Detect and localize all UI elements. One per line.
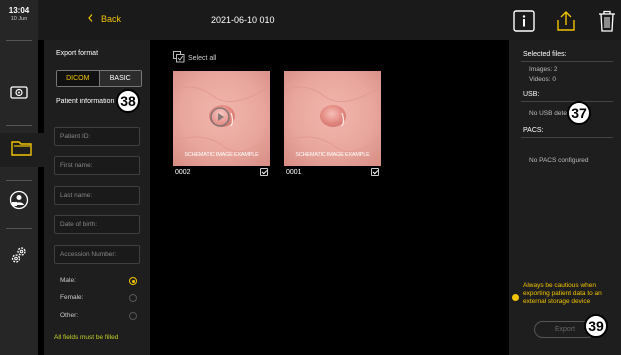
- trash-icon: [598, 10, 616, 36]
- thumbnail-overlay-text: SCHEMATIC IMAGE EXAMPLE: [295, 152, 370, 158]
- videos-count: Videos: 0: [529, 76, 556, 83]
- accession-number-field[interactable]: Accession Number:: [54, 245, 140, 264]
- patient-id-field[interactable]: Patient ID:: [54, 127, 140, 146]
- divider: [521, 101, 613, 102]
- thumbnail-id: 0002: [175, 169, 191, 176]
- status-date: 10 Jun: [10, 16, 28, 22]
- select-all-button[interactable]: Select all: [173, 51, 216, 65]
- pacs-label: PACS:: [523, 127, 544, 134]
- date-of-birth-field[interactable]: Date of birth:: [54, 215, 140, 234]
- caution-message: Always be cautious when exporting patien…: [523, 282, 602, 306]
- select-all-icon: [173, 51, 185, 65]
- status-time: 13:04: [8, 6, 30, 15]
- delete-button[interactable]: [598, 10, 616, 37]
- folder-icon: [11, 139, 33, 162]
- rail-divider: [6, 40, 32, 41]
- media-thumbnail[interactable]: SCHEMATIC IMAGE EXAMPLE: [284, 71, 381, 166]
- last-name-field[interactable]: Last name:: [54, 186, 140, 205]
- gender-other-radio[interactable]: [129, 312, 137, 320]
- archive-button[interactable]: [0, 133, 44, 167]
- format-toggle: DICOM BASIC: [56, 70, 142, 87]
- left-navigation-rail: 13:04 10 Jun: [0, 0, 44, 355]
- export-options-panel: Export format DICOM BASIC Patient inform…: [44, 40, 150, 355]
- gender-female-label: Female:: [60, 294, 84, 301]
- gears-icon: [9, 245, 29, 270]
- page-title: 2021-06-10 010: [211, 15, 275, 25]
- info-icon: [513, 10, 535, 36]
- rail-divider: [6, 125, 32, 126]
- warning-icon: [512, 294, 519, 301]
- export-summary-panel: Selected files: Images: 2 Videos: 0 USB:…: [509, 40, 621, 355]
- status-clock: 13:04 10 Jun: [0, 0, 38, 38]
- top-bar: Back 2021-06-10 010: [38, 0, 621, 40]
- user-lock-icon: [9, 190, 29, 215]
- live-view-button[interactable]: [0, 78, 38, 112]
- export-format-label: Export format: [56, 50, 99, 57]
- format-option-basic[interactable]: BASIC: [99, 71, 141, 86]
- format-option-dicom[interactable]: DICOM: [57, 71, 100, 86]
- back-chevron-icon: [88, 14, 93, 24]
- info-button[interactable]: [513, 10, 535, 37]
- gender-male-label: Male:: [60, 277, 76, 284]
- monitor-icon: [10, 85, 28, 105]
- back-label: Back: [101, 14, 122, 24]
- pacs-status: No PACS configured: [529, 157, 589, 164]
- user-login-button[interactable]: [0, 185, 38, 219]
- selected-files-label: Selected files:: [523, 51, 567, 58]
- usb-label: USB:: [523, 91, 540, 98]
- required-fields-warning: All fields must be filled: [54, 334, 119, 341]
- export-upload-button[interactable]: [555, 10, 577, 37]
- settings-button[interactable]: [0, 240, 38, 274]
- thumbnail-overlay-text: SCHEMATIC IMAGE EXAMPLE: [184, 152, 259, 158]
- gender-female-radio[interactable]: [129, 294, 137, 302]
- callout-badge: 38: [116, 89, 140, 113]
- media-gallery: Select all SCHEMATIC IMAGE EXAMPLE 0002: [158, 40, 508, 355]
- divider: [521, 137, 613, 138]
- first-name-field[interactable]: First name:: [54, 156, 140, 175]
- rail-divider: [6, 180, 32, 181]
- rail-divider: [6, 228, 32, 229]
- thumbnail-checkbox[interactable]: [371, 168, 379, 176]
- back-button[interactable]: Back: [88, 14, 121, 24]
- play-icon: [210, 107, 230, 132]
- upload-icon: [555, 11, 577, 36]
- thumbnail-checkbox[interactable]: [260, 168, 268, 176]
- media-thumbnail[interactable]: SCHEMATIC IMAGE EXAMPLE: [173, 71, 270, 166]
- gender-male-radio[interactable]: [129, 277, 137, 285]
- callout-badge: 39: [584, 314, 608, 338]
- select-all-label: Select all: [188, 54, 217, 62]
- gender-other-label: Other:: [60, 312, 79, 319]
- images-count: Images: 2: [529, 66, 558, 73]
- callout-badge: 37: [567, 101, 591, 125]
- divider: [521, 61, 613, 62]
- thumbnail-id: 0001: [286, 169, 302, 176]
